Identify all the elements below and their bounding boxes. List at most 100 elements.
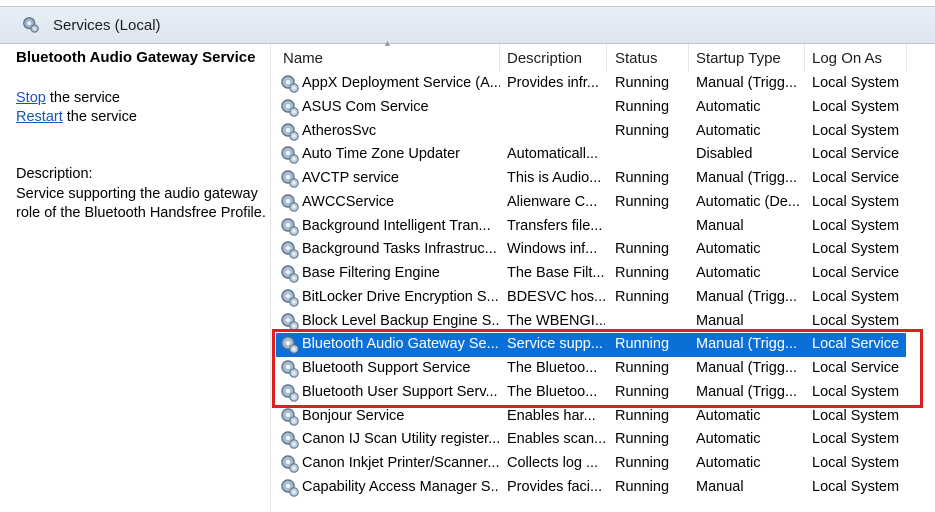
column-header-log-on-as[interactable]: Log On As: [812, 50, 882, 67]
service-name: AtherosSvc: [302, 122, 377, 139]
service-name: AppX Deployment Service (A...: [302, 75, 500, 91]
service-gear-icon: [280, 217, 300, 237]
restart-line: Restart the service: [16, 109, 137, 125]
service-status: Running: [615, 336, 670, 353]
service-gear-icon: [280, 383, 300, 403]
service-description: The Bluetoo...: [507, 383, 598, 400]
services-gear-icon: [23, 17, 39, 33]
service-log-on-as: Local System: [812, 193, 900, 210]
service-gear-icon: [280, 193, 300, 213]
service-row[interactable]: Bonjour Service Enables har... Running Auto…: [276, 405, 906, 429]
service-name: Bluetooth Audio Gateway Se...: [302, 336, 499, 353]
service-row[interactable]: Canon IJ Scan Utility register... Enables…: [276, 428, 906, 452]
column-separator[interactable]: [906, 44, 907, 72]
service-log-on-as: Local System: [812, 455, 900, 471]
service-gear-icon: [280, 478, 300, 498]
service-startup-type: Automatic: [696, 98, 761, 115]
service-description: Transfers file...: [507, 217, 603, 234]
service-log-on-as: Local System: [812, 312, 900, 329]
service-row[interactable]: Background Tasks Infrastruc... Windows in…: [276, 238, 906, 262]
service-row[interactable]: AVCTP service This is Audio... Running Manu…: [276, 167, 906, 191]
service-name: Auto Time Zone Updater: [302, 146, 460, 163]
header-title: Services (Local): [53, 17, 161, 34]
column-separator[interactable]: [499, 44, 500, 72]
service-gear-icon: [280, 335, 300, 355]
service-row[interactable]: Block Level Backup Engine S... The WBENGI…: [276, 310, 906, 334]
description-text: Service supporting the audio gateway rol…: [16, 186, 266, 221]
service-status: Running: [615, 98, 670, 115]
service-log-on-as: Local System: [812, 217, 900, 234]
service-gear-icon: [280, 74, 300, 94]
service-description: Enables scan...: [507, 431, 605, 448]
service-description: The Base Filt...: [507, 265, 605, 281]
column-header-status[interactable]: Status: [615, 50, 658, 67]
service-row[interactable]: Canon Inkjet Printer/Scanner... Collects …: [276, 452, 906, 476]
column-header-name[interactable]: Name: [283, 50, 323, 67]
service-log-on-as: Local System: [812, 407, 900, 424]
service-startup-type: Automatic: [696, 431, 761, 448]
column-separator[interactable]: [606, 44, 607, 72]
pane-divider[interactable]: [270, 44, 271, 512]
service-status: Running: [615, 193, 670, 210]
service-row[interactable]: Base Filtering Engine The Base Filt... Run…: [276, 262, 906, 286]
service-name: AWCCService: [302, 193, 395, 210]
service-startup-type: Manual (Trigg...: [696, 288, 797, 305]
service-startup-type: Automatic: [696, 241, 761, 258]
column-header-startup-type[interactable]: Startup Type: [696, 50, 781, 67]
service-row[interactable]: Background Intelligent Tran... Transfers …: [276, 215, 906, 239]
service-description: Windows inf...: [507, 241, 598, 258]
service-status: Running: [615, 75, 670, 91]
column-header-description[interactable]: Description: [507, 50, 582, 67]
service-name: Block Level Backup Engine S...: [302, 312, 500, 329]
service-startup-type: Automatic: [696, 455, 761, 471]
service-status: Running: [615, 478, 670, 495]
restart-suffix: the service: [62, 109, 137, 125]
service-description: Automaticall...: [507, 146, 599, 163]
service-row[interactable]: BitLocker Drive Encryption S... BDESVC ho…: [276, 286, 906, 310]
service-description: This is Audio...: [507, 170, 602, 186]
service-detail-pane: Bluetooth Audio Gateway Service Stop the…: [0, 44, 268, 512]
service-status: Running: [615, 241, 670, 258]
service-row[interactable]: ASUS Com Service Running Automatic Local Sy…: [276, 96, 906, 120]
column-header-row: Name Description Status Startup Type Log…: [276, 44, 906, 72]
service-row[interactable]: Capability Access Manager S... Provides f…: [276, 476, 906, 500]
service-row[interactable]: AppX Deployment Service (A... Provides in…: [276, 72, 906, 96]
service-description: BDESVC hos...: [507, 288, 605, 305]
service-name: Canon Inkjet Printer/Scanner...: [302, 455, 500, 471]
service-description: Provides faci...: [507, 478, 603, 495]
service-row[interactable]: AWCCService Alienware C... Running Automati…: [276, 191, 906, 215]
service-log-on-as: Local System: [812, 75, 900, 91]
service-name: Bluetooth Support Service: [302, 360, 471, 376]
service-gear-icon: [280, 454, 300, 474]
service-description: Service supp...: [507, 336, 603, 353]
service-log-on-as: Local System: [812, 98, 900, 115]
service-log-on-as: Local Service: [812, 360, 900, 376]
column-separator[interactable]: [804, 44, 805, 72]
right-edge: [926, 44, 935, 512]
service-status: Running: [615, 407, 670, 424]
service-name: Base Filtering Engine: [302, 265, 440, 281]
service-gear-icon: [280, 288, 300, 308]
service-row[interactable]: Auto Time Zone Updater Automaticall... Dis…: [276, 143, 906, 167]
service-startup-type: Manual (Trigg...: [696, 336, 797, 353]
service-status: Running: [615, 360, 670, 376]
service-gear-icon: [280, 407, 300, 427]
service-gear-icon: [280, 430, 300, 450]
service-status: Running: [615, 265, 670, 281]
column-separator[interactable]: [688, 44, 689, 72]
service-row[interactable]: AtherosSvc Running Automatic Local System: [276, 120, 906, 144]
service-row[interactable]: Bluetooth User Support Serv... The Blueto…: [276, 381, 906, 405]
service-name: BitLocker Drive Encryption S...: [302, 288, 499, 305]
service-row[interactable]: Bluetooth Support Service The Bluetoo... R…: [276, 357, 906, 381]
stop-link[interactable]: Stop: [16, 90, 46, 106]
service-description: Alienware C...: [507, 193, 598, 210]
services-header: Services (Local): [0, 7, 935, 44]
service-row[interactable]: Bluetooth Audio Gateway Se... Service sup…: [276, 333, 906, 358]
service-gear-icon: [280, 312, 300, 332]
service-log-on-as: Local System: [812, 288, 900, 305]
service-gear-icon: [280, 169, 300, 189]
service-name: AVCTP service: [302, 170, 399, 186]
restart-link[interactable]: Restart: [16, 109, 63, 125]
service-description: Enables har...: [507, 407, 596, 424]
service-gear-icon: [280, 264, 300, 284]
